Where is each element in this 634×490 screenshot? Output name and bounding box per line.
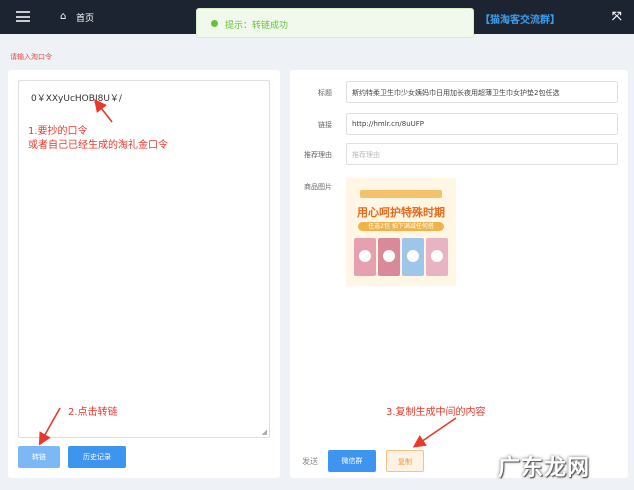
arrow-3 xyxy=(412,417,457,448)
arrow-2 xyxy=(38,407,61,446)
arrow-1 xyxy=(94,98,113,123)
watermark-logo: 广东龙网 xyxy=(498,455,591,481)
annotation-arrows xyxy=(38,98,457,448)
